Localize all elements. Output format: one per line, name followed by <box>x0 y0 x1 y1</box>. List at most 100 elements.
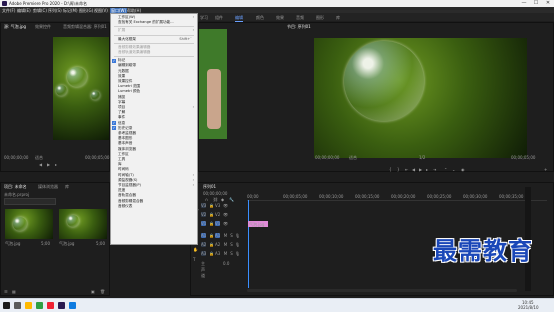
timeline-clip[interactable]: 气泡.jpg <box>248 221 268 227</box>
track-target-v3[interactable]: V3 <box>201 203 206 208</box>
timeline-timecode[interactable]: 00;00;00;00 <box>203 191 227 196</box>
source-fit-select[interactable]: 适合 <box>35 155 43 161</box>
extract-icon[interactable]: ⌄ <box>452 167 455 172</box>
step-forward-icon[interactable]: ▸ <box>426 167 428 172</box>
track-target-v1[interactable]: V1 <box>201 221 206 226</box>
project-item-name[interactable]: 气泡.jpg <box>5 241 20 247</box>
windows-taskbar: 10:45 2021/8/10 <box>0 298 554 312</box>
workspace-color[interactable]: 颜色 <box>256 15 264 21</box>
project-search-input[interactable] <box>4 198 56 205</box>
step-back-icon[interactable]: ◀ <box>412 167 415 172</box>
mic-icon[interactable]: 🎙 <box>235 251 240 256</box>
playhead[interactable] <box>248 200 249 288</box>
workspace-effects[interactable]: 效果 <box>276 15 284 21</box>
list-view-icon[interactable]: ☰ <box>4 289 8 294</box>
workspace-libraries[interactable]: 库 <box>336 15 340 21</box>
window-menu-item[interactable]: 最大化框架 <box>118 37 136 42</box>
track-lock-icon[interactable]: 🔒 <box>209 221 214 226</box>
workspace-editing[interactable]: 编辑 <box>235 15 243 22</box>
step-back-icon[interactable]: ◀ <box>39 162 42 167</box>
mic-icon[interactable]: 🎙 <box>235 233 240 238</box>
mic-icon[interactable]: 🎙 <box>235 242 240 247</box>
track-lock-icon[interactable]: 🔒 <box>209 212 214 217</box>
track-lock-icon[interactable]: 🔒 <box>209 233 214 238</box>
icon-view-icon[interactable]: ▦ <box>12 289 16 294</box>
search-icon[interactable] <box>14 302 21 309</box>
mute-m-button[interactable]: M <box>223 251 228 256</box>
premiere-taskbar-icon[interactable] <box>58 302 65 309</box>
eye-icon[interactable]: 👁 <box>223 203 228 208</box>
tab-sequence[interactable]: 序列01 <box>203 184 216 190</box>
solo-s-button[interactable]: S <box>229 233 234 238</box>
tab-program[interactable]: 节目: 序列01 <box>287 24 311 30</box>
type-tool-icon[interactable]: T <box>193 257 195 262</box>
chrome-icon[interactable] <box>36 302 43 309</box>
mute-m-button[interactable]: M <box>223 233 228 238</box>
tab-media-browser[interactable]: 媒体浏览器 <box>38 184 58 190</box>
play-icon[interactable]: ▶ <box>47 162 50 167</box>
mute-m-button[interactable]: M <box>223 242 228 247</box>
trash-icon[interactable]: 🗑 <box>100 289 105 294</box>
minimize-button[interactable]: — <box>518 0 530 7</box>
browser-icon[interactable] <box>69 302 76 309</box>
solo-s-button[interactable]: S <box>229 242 234 247</box>
close-button[interactable]: ✕ <box>542 0 554 7</box>
tab-project[interactable]: 项目: 未命名 <box>4 184 27 190</box>
project-item-name[interactable]: 气泡.jpg <box>59 241 74 247</box>
add-marker-icon[interactable]: ◆ <box>221 197 224 202</box>
step-forward-icon[interactable]: ▸ <box>55 162 57 167</box>
media-app-icon[interactable] <box>47 302 54 309</box>
track-lock-icon[interactable]: 🔒 <box>209 242 214 247</box>
program-monitor-panel: 节目: 序列01 00;00;00;00 适合 1/2 00;00;05;00 … <box>198 22 554 172</box>
add-button-icon[interactable]: + <box>544 167 547 172</box>
window-menu-item[interactable]: 音频仪表 <box>118 204 132 209</box>
timeline-ruler[interactable]: 00;00 00;00;05;00 00;00;10;00 00;00;15;0… <box>247 194 547 201</box>
linked-selection-icon[interactable]: ⛓ <box>213 197 218 202</box>
go-to-out-icon[interactable]: ⇥ <box>433 167 436 172</box>
tab-libraries[interactable]: 库 <box>65 184 69 190</box>
new-item-icon[interactable]: ▣ <box>91 289 95 294</box>
workspace-learn[interactable]: 学习 <box>200 15 208 21</box>
program-timecode[interactable]: 00;00;00;00 <box>315 155 339 160</box>
workspace-audio[interactable]: 音频 <box>296 15 304 21</box>
track-lock-icon[interactable]: 🔒 <box>209 203 214 208</box>
play-icon[interactable]: ▶ <box>419 167 422 172</box>
maximize-button[interactable]: ☐ <box>530 0 542 7</box>
workspace-assembly[interactable]: 组件 <box>215 15 223 21</box>
menu-shortcut: Shift+` <box>179 36 192 41</box>
lift-icon[interactable]: ⌃ <box>444 167 447 172</box>
mark-out-icon[interactable]: } <box>397 167 400 172</box>
bubble-image <box>67 67 87 87</box>
project-item-duration: 5;00 <box>96 241 105 246</box>
go-to-in-icon[interactable]: ⇤ <box>405 167 408 172</box>
track-lock-icon[interactable]: 🔒 <box>209 251 214 256</box>
tab-audio-clip-mixer[interactable]: 音频剪辑混合器: 序列01 <box>63 24 107 30</box>
export-frame-icon[interactable]: ◉ <box>461 167 465 172</box>
track-target-a3[interactable]: A3 <box>201 251 206 256</box>
timeline-scrollbar[interactable] <box>247 289 517 292</box>
start-windows-icon[interactable] <box>3 302 10 309</box>
solo-s-button[interactable]: S <box>229 251 234 256</box>
project-thumbnail[interactable] <box>59 209 107 239</box>
track-target-a2[interactable]: A2 <box>201 242 206 247</box>
project-thumbnail[interactable] <box>5 209 53 239</box>
window-menu-item[interactable]: 查找有关 Exchange 的扩展功能... <box>118 20 174 25</box>
track-name: V1 <box>215 221 221 226</box>
mark-in-icon[interactable]: { <box>389 167 392 172</box>
master-value[interactable]: 0.0 <box>223 261 229 266</box>
file-explorer-icon[interactable] <box>25 302 32 309</box>
tab-effect-controls[interactable]: 效果控件 <box>35 24 51 30</box>
track-target-a1[interactable]: A1 <box>201 233 206 238</box>
checkmark-icon: ✓ <box>112 58 116 63</box>
source-timecode[interactable]: 00;00;00;00 <box>4 155 28 160</box>
tab-source[interactable]: 源: 气泡.jpg <box>4 24 26 30</box>
snap-icon[interactable]: ∩ <box>205 197 208 202</box>
eye-icon[interactable]: 👁 <box>223 221 228 226</box>
workspace-graphics[interactable]: 图形 <box>316 15 324 21</box>
eye-icon[interactable]: 👁 <box>223 212 228 217</box>
hand-tool-icon[interactable]: ✋ <box>193 247 198 252</box>
program-fit-select[interactable]: 适合 <box>349 155 357 161</box>
track-target-v2[interactable]: V2 <box>201 212 206 217</box>
wrench-icon[interactable]: 🔧 <box>229 197 234 202</box>
bubble-image <box>344 41 424 121</box>
